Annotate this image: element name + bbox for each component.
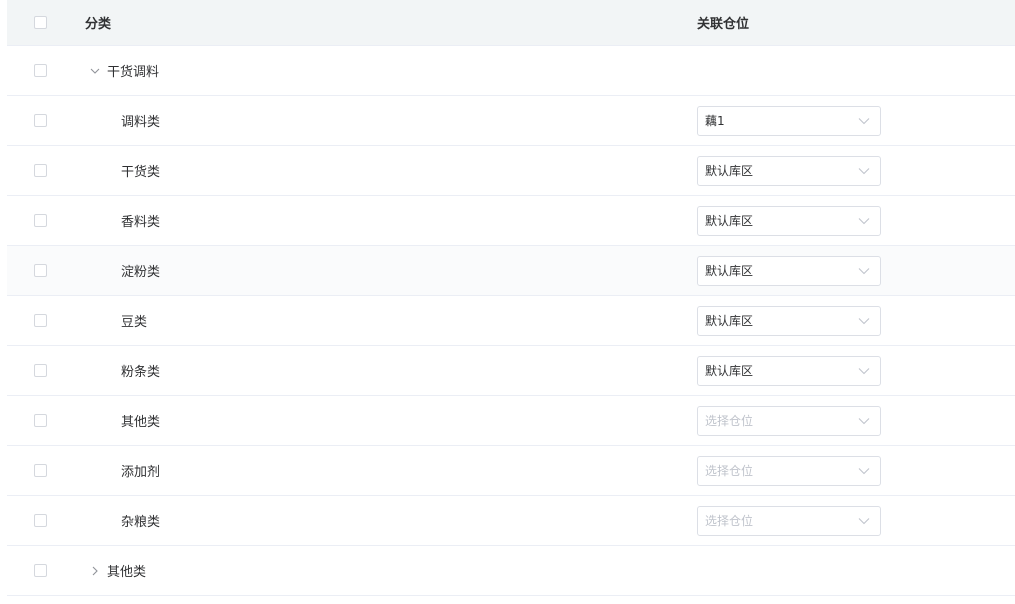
location-select[interactable]: 选择仓位	[697, 455, 881, 486]
row-checkbox[interactable]	[34, 164, 47, 177]
chevron-down-icon	[858, 467, 870, 475]
table-row[interactable]: 香料类 默认库区	[7, 196, 1015, 246]
table-row[interactable]: 其他类	[7, 546, 1015, 596]
location-select[interactable]: 选择仓位	[697, 405, 881, 436]
table-row[interactable]: 豆类 默认库区	[7, 296, 1015, 346]
category-name: 其他类	[121, 415, 161, 430]
location-select-value: 藕1	[705, 114, 725, 128]
category-name: 干货调料	[107, 65, 160, 80]
table-row[interactable]: 粉条类 默认库区	[7, 346, 1015, 396]
row-checkbox[interactable]	[34, 264, 47, 277]
column-header-category: 分类	[85, 17, 112, 32]
chevron-down-icon[interactable]	[88, 64, 102, 78]
chevron-down-icon	[858, 267, 870, 275]
chevron-down-icon	[858, 367, 870, 375]
chevron-right-icon[interactable]	[88, 564, 102, 578]
location-select[interactable]: 默认库区	[697, 305, 881, 336]
chevron-down-icon	[858, 517, 870, 525]
chevron-down-icon	[858, 317, 870, 325]
row-checkbox[interactable]	[34, 214, 47, 227]
chevron-down-icon	[858, 217, 870, 225]
category-name: 其他类	[107, 565, 147, 580]
row-checkbox[interactable]	[34, 314, 47, 327]
location-select-value: 默认库区	[705, 164, 754, 178]
category-name: 调料类	[121, 115, 161, 130]
category-name: 香料类	[121, 215, 161, 230]
location-select[interactable]: 选择仓位	[697, 505, 881, 536]
table-row[interactable]: 添加剂 选择仓位	[7, 446, 1015, 496]
category-name: 添加剂	[121, 465, 161, 480]
location-select-value: 默认库区	[705, 264, 754, 278]
row-checkbox[interactable]	[34, 364, 47, 377]
category-location-table: 分类 关联仓位 干货调料 调料类 藕1 干货类 默认库区 香料类 默认库区 淀粉类 默认库区 豆类…	[7, 0, 1015, 596]
row-checkbox[interactable]	[34, 64, 47, 77]
location-select[interactable]: 默认库区	[697, 205, 881, 236]
location-select[interactable]: 默认库区	[697, 355, 881, 386]
row-checkbox[interactable]	[34, 464, 47, 477]
column-header-location: 关联仓位	[697, 17, 750, 32]
chevron-down-icon	[858, 167, 870, 175]
table-body: 干货调料 调料类 藕1 干货类 默认库区 香料类 默认库区 淀粉类 默认库区 豆类 默认库区 粉条类默…	[7, 46, 1015, 596]
table-row[interactable]: 其他类 选择仓位	[7, 396, 1015, 446]
chevron-down-icon	[858, 417, 870, 425]
category-name: 干货类	[121, 165, 161, 180]
category-name: 杂粮类	[121, 515, 161, 530]
location-select-value: 默认库区	[705, 314, 754, 328]
location-select-value: 默认库区	[705, 214, 754, 228]
row-checkbox[interactable]	[34, 514, 47, 527]
location-select-value: 默认库区	[705, 364, 754, 378]
table-row[interactable]: 杂粮类 选择仓位	[7, 496, 1015, 546]
select-all-checkbox[interactable]	[34, 16, 47, 29]
location-select-placeholder: 选择仓位	[705, 514, 754, 528]
row-checkbox[interactable]	[34, 114, 47, 127]
category-name: 粉条类	[121, 365, 161, 380]
table-row[interactable]: 淀粉类 默认库区	[7, 246, 1015, 296]
table-row[interactable]: 干货调料	[7, 46, 1015, 96]
location-select[interactable]: 默认库区	[697, 255, 881, 286]
chevron-down-icon	[858, 117, 870, 125]
category-name: 淀粉类	[121, 265, 161, 280]
location-select-placeholder: 选择仓位	[705, 414, 754, 428]
location-select[interactable]: 默认库区	[697, 155, 881, 186]
table-row[interactable]: 调料类 藕1	[7, 96, 1015, 146]
row-checkbox[interactable]	[34, 414, 47, 427]
table-header: 分类 关联仓位	[7, 0, 1015, 46]
table-row[interactable]: 干货类 默认库区	[7, 146, 1015, 196]
location-select-placeholder: 选择仓位	[705, 464, 754, 478]
category-name: 豆类	[121, 315, 148, 330]
location-select[interactable]: 藕1	[697, 105, 881, 136]
row-checkbox[interactable]	[34, 564, 47, 577]
